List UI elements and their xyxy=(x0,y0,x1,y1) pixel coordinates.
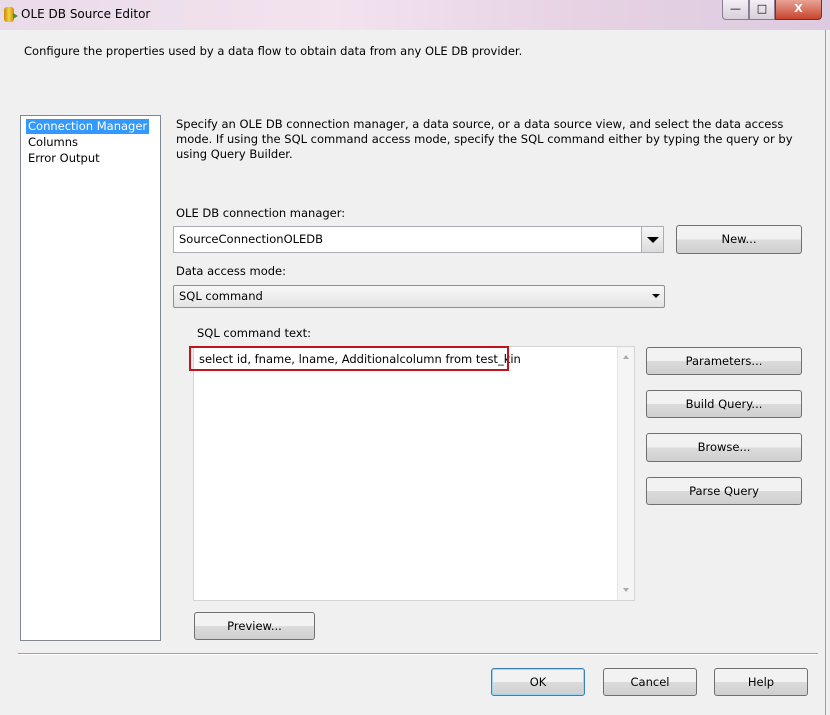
parameters-button[interactable]: Parameters... xyxy=(646,347,802,375)
scroll-down-icon[interactable] xyxy=(623,588,629,592)
parse-query-button[interactable]: Parse Query xyxy=(646,477,802,505)
browse-button[interactable]: Browse... xyxy=(646,433,802,462)
page-navigation-list: Connection Manager Columns Error Output xyxy=(20,115,161,641)
sql-command-textarea[interactable] xyxy=(193,346,635,601)
footer-divider xyxy=(18,653,818,655)
preview-button[interactable]: Preview... xyxy=(194,612,315,640)
help-button[interactable]: Help xyxy=(714,668,808,696)
close-button[interactable]: X xyxy=(775,0,822,20)
chevron-down-icon xyxy=(652,294,660,298)
window-title: OLE DB Source Editor xyxy=(21,7,151,21)
nav-item-error-output[interactable]: Error Output xyxy=(26,151,102,166)
cancel-button[interactable]: Cancel xyxy=(603,668,697,696)
nav-item-connection-manager[interactable]: Connection Manager xyxy=(26,119,150,134)
vertical-scrollbar[interactable] xyxy=(617,347,634,600)
minimize-button[interactable]: — xyxy=(722,0,749,20)
nav-item-columns[interactable]: Columns xyxy=(26,135,80,150)
build-query-button[interactable]: Build Query... xyxy=(646,390,802,418)
maximize-button[interactable]: □ xyxy=(749,0,775,20)
connection-manager-combo[interactable]: SourceConnectionOLEDB xyxy=(173,226,664,253)
ok-button[interactable]: OK xyxy=(491,668,585,696)
access-mode-combo[interactable]: SQL command xyxy=(173,285,665,308)
access-mode-value: SQL command xyxy=(179,289,263,303)
dialog-description: Configure the properties used by a data … xyxy=(24,44,523,58)
connection-manager-value: SourceConnectionOLEDB xyxy=(179,232,324,246)
ole-db-source-icon xyxy=(4,7,18,22)
connection-manager-label: OLE DB connection manager: xyxy=(176,206,346,220)
dropdown-arrow-icon[interactable] xyxy=(641,227,663,252)
highlight-annotation xyxy=(189,346,509,371)
scroll-up-icon[interactable] xyxy=(623,355,629,359)
intro-text: Specify an OLE DB connection manager, a … xyxy=(176,117,793,161)
access-mode-label: Data access mode: xyxy=(176,264,287,278)
new-connection-button[interactable]: New... xyxy=(676,225,802,254)
title-bar: OLE DB Source Editor — □ X xyxy=(0,0,830,30)
sql-command-label: SQL command text: xyxy=(197,326,312,340)
